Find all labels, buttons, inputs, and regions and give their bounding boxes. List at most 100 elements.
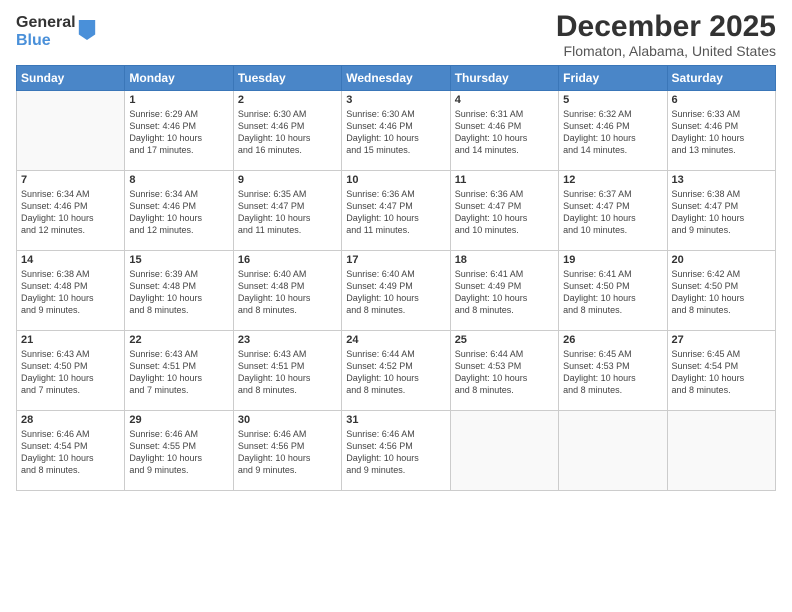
day-number: 13 (672, 174, 771, 186)
table-row: 22 Sunrise: 6:43 AMSunset: 4:51 PMDayligh… (125, 331, 233, 411)
calendar-week-row: 14Sunrise: 6:38 AMSunset: 4:48 PMDayligh… (17, 251, 776, 331)
calendar-week-row: 28Sunrise: 6:46 AMSunset: 4:54 PMDayligh… (17, 411, 776, 491)
calendar-week-row: 1Sunrise: 6:29 AMSunset: 4:46 PMDaylight… (17, 91, 776, 171)
table-row: 23Sunrise: 6:43 AMSunset: 4:51 PMDayligh… (233, 331, 341, 411)
page-title: December 2025 (556, 10, 776, 43)
table-row (667, 411, 775, 491)
calendar-header-monday: Monday (125, 66, 233, 91)
table-row: 27 Sunrise: 6:45 AMSunset: 4:54 PMDayligh… (667, 331, 775, 411)
day-info: Sunrise: 6:35 AMSunset: 4:47 PMDaylight:… (238, 188, 337, 237)
day-info: Sunrise: 6:46 AMSunset: 4:56 PMDaylight:… (346, 428, 445, 477)
calendar-header-row: SundayMondayTuesdayWednesdayThursdayFrid… (17, 66, 776, 91)
day-info: Sunrise: 6:30 AMSunset: 4:46 PMDaylight:… (238, 108, 337, 157)
table-row: 4 Sunrise: 6:31 AMSunset: 4:46 PMDaylight… (450, 91, 558, 171)
day-info: Sunrise: 6:38 AMSunset: 4:47 PMDaylight:… (672, 188, 771, 237)
day-info: Sunrise: 6:34 AMSunset: 4:46 PMDaylight:… (21, 188, 120, 237)
day-info: Sunrise: 6:37 AMSunset: 4:47 PMDaylight:… (563, 188, 662, 237)
logo: General Blue (16, 14, 96, 49)
table-row: 14Sunrise: 6:38 AMSunset: 4:48 PMDayligh… (17, 251, 125, 331)
table-row: 24 Sunrise: 6:44 AMSunset: 4:52 PMDayligh… (342, 331, 450, 411)
day-info: Sunrise: 6:44 AMSunset: 4:52 PMDaylight:… (346, 348, 445, 397)
page: General Blue December 2025 Flomaton, Ala… (0, 0, 792, 612)
page-subtitle: Flomaton, Alabama, United States (556, 43, 776, 59)
day-info: Sunrise: 6:45 AMSunset: 4:54 PMDaylight:… (672, 348, 771, 397)
table-row: 26Sunrise: 6:45 AMSunset: 4:53 PMDayligh… (559, 331, 667, 411)
day-number: 27 (672, 334, 771, 346)
day-number: 12 (563, 174, 662, 186)
table-row: 21 Sunrise: 6:43 AMSunset: 4:50 PMDayligh… (17, 331, 125, 411)
table-row: 1Sunrise: 6:29 AMSunset: 4:46 PMDaylight… (125, 91, 233, 171)
calendar-header-thursday: Thursday (450, 66, 558, 91)
table-row: 15Sunrise: 6:39 AMSunset: 4:48 PMDayligh… (125, 251, 233, 331)
table-row: 13 Sunrise: 6:38 AMSunset: 4:47 PMDayligh… (667, 171, 775, 251)
day-number: 17 (346, 254, 445, 266)
table-row: 25Sunrise: 6:44 AMSunset: 4:53 PMDayligh… (450, 331, 558, 411)
day-info: Sunrise: 6:43 AMSunset: 4:50 PMDaylight:… (21, 348, 120, 397)
table-row (17, 91, 125, 171)
day-info: Sunrise: 6:32 AMSunset: 4:46 PMDaylight:… (563, 108, 662, 157)
day-info: Sunrise: 6:31 AMSunset: 4:46 PMDaylight:… (455, 108, 554, 157)
day-number: 28 (21, 414, 120, 426)
logo-icon (78, 20, 96, 40)
day-number: 9 (238, 174, 337, 186)
day-info: Sunrise: 6:36 AMSunset: 4:47 PMDaylight:… (346, 188, 445, 237)
day-number: 26 (563, 334, 662, 346)
table-row: 11 Sunrise: 6:36 AMSunset: 4:47 PMDayligh… (450, 171, 558, 251)
day-info: Sunrise: 6:42 AMSunset: 4:50 PMDaylight:… (672, 268, 771, 317)
day-number: 21 (21, 334, 120, 346)
title-block: December 2025 Flomaton, Alabama, United … (556, 10, 776, 59)
table-row: 18Sunrise: 6:41 AMSunset: 4:49 PMDayligh… (450, 251, 558, 331)
header: General Blue December 2025 Flomaton, Ala… (16, 10, 776, 59)
table-row: 17 Sunrise: 6:40 AMSunset: 4:49 PMDayligh… (342, 251, 450, 331)
day-info: Sunrise: 6:36 AMSunset: 4:47 PMDaylight:… (455, 188, 554, 237)
day-number: 4 (455, 94, 554, 106)
table-row: 28Sunrise: 6:46 AMSunset: 4:54 PMDayligh… (17, 411, 125, 491)
day-number: 18 (455, 254, 554, 266)
day-number: 31 (346, 414, 445, 426)
calendar-header-sunday: Sunday (17, 66, 125, 91)
day-number: 19 (563, 254, 662, 266)
day-info: Sunrise: 6:46 AMSunset: 4:55 PMDaylight:… (129, 428, 228, 477)
day-info: Sunrise: 6:43 AMSunset: 4:51 PMDaylight:… (129, 348, 228, 397)
day-number: 3 (346, 94, 445, 106)
day-info: Sunrise: 6:46 AMSunset: 4:56 PMDaylight:… (238, 428, 337, 477)
day-number: 22 (129, 334, 228, 346)
calendar-week-row: 7 Sunrise: 6:34 AMSunset: 4:46 PMDaylight… (17, 171, 776, 251)
calendar-header-saturday: Saturday (667, 66, 775, 91)
table-row: 31 Sunrise: 6:46 AMSunset: 4:56 PMDayligh… (342, 411, 450, 491)
table-row: 20 Sunrise: 6:42 AMSunset: 4:50 PMDayligh… (667, 251, 775, 331)
logo-general: General (16, 14, 76, 32)
table-row: 9 Sunrise: 6:35 AMSunset: 4:47 PMDaylight… (233, 171, 341, 251)
table-row: 8Sunrise: 6:34 AMSunset: 4:46 PMDaylight… (125, 171, 233, 251)
day-info: Sunrise: 6:38 AMSunset: 4:48 PMDaylight:… (21, 268, 120, 317)
logo-text: General Blue (16, 14, 76, 49)
day-number: 29 (129, 414, 228, 426)
table-row (559, 411, 667, 491)
table-row: 3Sunrise: 6:30 AMSunset: 4:46 PMDaylight… (342, 91, 450, 171)
calendar-header-wednesday: Wednesday (342, 66, 450, 91)
day-number: 20 (672, 254, 771, 266)
day-number: 5 (563, 94, 662, 106)
day-number: 11 (455, 174, 554, 186)
calendar-header-friday: Friday (559, 66, 667, 91)
day-number: 15 (129, 254, 228, 266)
day-number: 7 (21, 174, 120, 186)
day-number: 2 (238, 94, 337, 106)
calendar-header-tuesday: Tuesday (233, 66, 341, 91)
day-info: Sunrise: 6:33 AMSunset: 4:46 PMDaylight:… (672, 108, 771, 157)
table-row: 12 Sunrise: 6:37 AMSunset: 4:47 PMDayligh… (559, 171, 667, 251)
day-info: Sunrise: 6:41 AMSunset: 4:50 PMDaylight:… (563, 268, 662, 317)
day-number: 10 (346, 174, 445, 186)
day-info: Sunrise: 6:40 AMSunset: 4:49 PMDaylight:… (346, 268, 445, 317)
day-info: Sunrise: 6:44 AMSunset: 4:53 PMDaylight:… (455, 348, 554, 397)
table-row: 30 Sunrise: 6:46 AMSunset: 4:56 PMDayligh… (233, 411, 341, 491)
day-number: 23 (238, 334, 337, 346)
table-row (450, 411, 558, 491)
logo-blue: Blue (16, 32, 76, 50)
day-number: 24 (346, 334, 445, 346)
table-row: 19 Sunrise: 6:41 AMSunset: 4:50 PMDayligh… (559, 251, 667, 331)
day-number: 30 (238, 414, 337, 426)
calendar-table: SundayMondayTuesdayWednesdayThursdayFrid… (16, 65, 776, 491)
day-info: Sunrise: 6:29 AMSunset: 4:46 PMDaylight:… (129, 108, 228, 157)
table-row: 16Sunrise: 6:40 AMSunset: 4:48 PMDayligh… (233, 251, 341, 331)
